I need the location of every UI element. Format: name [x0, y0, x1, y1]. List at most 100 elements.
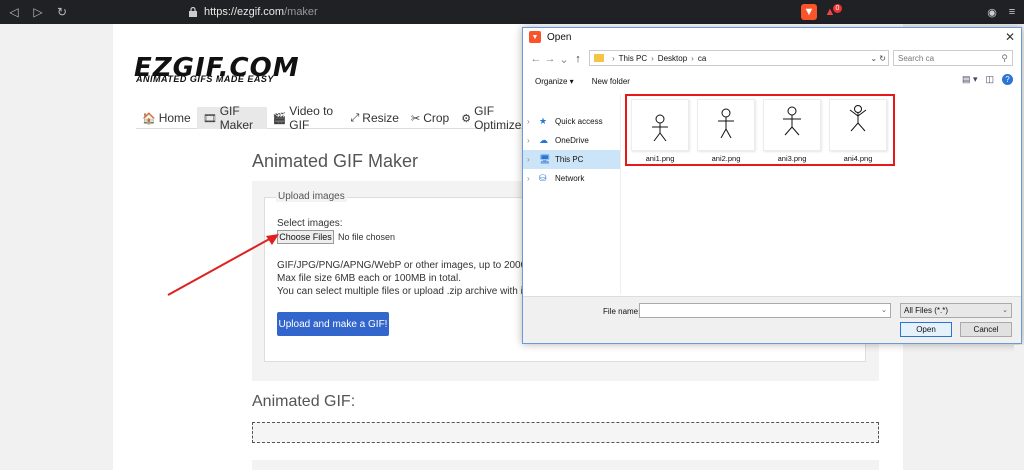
account-icon[interactable]: ◉	[984, 4, 1000, 20]
chevron-right-icon[interactable]: ›	[527, 174, 539, 183]
file-type-value: All Files (*.*)	[904, 306, 949, 315]
stickman-thumbnail	[631, 99, 689, 151]
rewards-badge: 0	[833, 4, 842, 13]
forward-icon[interactable]: ▷	[28, 2, 48, 22]
nav-video-to-gif[interactable]: 🎬 Video to GIF	[267, 104, 345, 132]
animated-gif-output	[252, 422, 879, 443]
path-segment[interactable]: ca	[698, 54, 706, 63]
sidebar-item-onedrive[interactable]: › ☁ OneDrive	[523, 131, 620, 150]
file-name-input[interactable]: ⌄	[639, 303, 891, 318]
red-arrow-annotation	[167, 234, 279, 296]
preview-pane-icon[interactable]: ◫	[985, 74, 994, 85]
view-controls: ▤ ▾ ◫ ?	[962, 74, 1013, 85]
nav-label: Resize	[362, 111, 399, 125]
file-name-label: File name:	[603, 307, 641, 316]
sidebar-label: This PC	[555, 155, 584, 164]
nav-label: Home	[158, 111, 191, 125]
nav-resize[interactable]: ⤢ Resize	[344, 107, 405, 129]
sidebar-item-this-pc[interactable]: › 🖥 This PC	[523, 150, 620, 169]
chevron-right-icon[interactable]: ›	[527, 136, 539, 145]
up-arrow-icon[interactable]: ↑	[571, 53, 585, 65]
dialog-toolbar: Organize ▾ New folder ▤ ▾ ◫ ?	[523, 72, 1021, 90]
nav-crop[interactable]: ✂ Crop	[405, 107, 455, 129]
folder-icon	[594, 54, 604, 62]
file-item[interactable]: ani4.png	[829, 99, 887, 163]
star-icon: ★	[539, 116, 548, 126]
file-type-select[interactable]: All Files (*.*) ⌄	[900, 303, 1012, 318]
file-item[interactable]: ani1.png	[631, 99, 689, 163]
dialog-title: Open	[547, 31, 572, 43]
address-bar[interactable]: https://ezgif.com/maker	[160, 3, 860, 21]
open-file-dialog: ▼ Open ✕ ← → ⌄ ↑ › This PC › Desktop › ca ⌄…	[522, 27, 1022, 344]
reload-icon[interactable]: ↻	[52, 2, 72, 22]
path-segment[interactable]: This PC	[619, 54, 647, 63]
upload-info: GIF/JPG/PNG/APNG/WebP or other images, u…	[277, 259, 548, 298]
animated-gif-heading: Animated GIF:	[252, 393, 356, 410]
site-tagline: ANIMATED GIFS MADE EASY	[136, 74, 274, 84]
dialog-titlebar: ▼ Open ✕	[523, 28, 1021, 46]
file-name: ani2.png	[711, 154, 741, 163]
open-button[interactable]: Open	[900, 322, 952, 337]
network-icon: ⛁	[539, 173, 547, 183]
stickman-thumbnail	[829, 99, 887, 151]
select-images-label: Select images:	[277, 218, 343, 229]
sidebar-label: Quick access	[555, 117, 603, 126]
path-segment[interactable]: Desktop	[658, 54, 687, 63]
help-icon[interactable]: ?	[1002, 74, 1013, 85]
crop-icon: ✂	[410, 112, 421, 125]
menu-icon[interactable]: ≡	[1004, 4, 1020, 20]
search-placeholder: Search ca	[898, 54, 935, 63]
nav-home[interactable]: 🏠 Home	[136, 107, 197, 129]
choose-files-button[interactable]: Choose Files	[277, 230, 334, 244]
dialog-footer: File name: ⌄ All Files (*.*) ⌄ Open Canc…	[523, 296, 1021, 343]
nav-label: Video to GIF	[289, 104, 334, 132]
address-path[interactable]: › This PC › Desktop › ca ⌄ ↻	[589, 50, 889, 66]
file-name: ani3.png	[777, 154, 807, 163]
chevron-right-icon[interactable]: ›	[527, 117, 539, 126]
page-scrollbar[interactable]	[1014, 345, 1024, 470]
resize-icon: ⤢	[350, 111, 360, 124]
page-title: Animated GIF Maker	[252, 151, 419, 171]
refresh-icon[interactable]: ⌄ ↻	[870, 54, 886, 63]
nav-label: GIF Maker	[219, 104, 254, 132]
sidebar-item-network[interactable]: › ⛁ Network	[523, 169, 620, 188]
file-name: ani4.png	[843, 154, 873, 163]
url-host: https://ezgif.com	[204, 6, 285, 18]
sidebar-label: Network	[555, 174, 585, 183]
cancel-button[interactable]: Cancel	[960, 322, 1012, 337]
brave-shield-icon[interactable]: ▼	[801, 4, 817, 20]
file-selection-highlight: ani1.png ani2.png ani3.png ani4.png	[625, 94, 895, 166]
back-icon[interactable]: ◁	[4, 2, 24, 22]
nav-label: Crop	[423, 111, 450, 125]
sidebar-item-quick-access[interactable]: › ★ Quick access	[523, 112, 620, 131]
stickman-thumbnail	[763, 99, 821, 151]
brave-icon: ▼	[529, 31, 541, 43]
upload-legend: Upload images	[276, 191, 347, 202]
optimizer-icon: ⚙	[461, 112, 472, 125]
site-nav: 🏠 Home 🎞 GIF Maker 🎬 Video to GIF ⤢ Resize ✂…	[136, 104, 536, 132]
organize-button[interactable]: Organize ▾	[535, 77, 574, 86]
view-options-icon[interactable]: ▤ ▾	[962, 74, 978, 85]
info-line: Max file size 6MB each or 100MB in total…	[277, 273, 461, 284]
back-arrow-icon[interactable]: ←	[529, 53, 543, 65]
sidebar-label: OneDrive	[555, 136, 589, 145]
upload-make-gif-button[interactable]: Upload and make a GIF!	[277, 312, 389, 336]
video-icon: 🎬	[272, 112, 287, 125]
chevron-down-icon: ⌄	[1002, 307, 1008, 314]
nav-gif-maker[interactable]: 🎞 GIF Maker	[196, 104, 267, 132]
search-input[interactable]: Search ca ⚲	[893, 50, 1013, 66]
computer-icon: 🖥	[539, 154, 551, 164]
close-icon[interactable]: ✕	[1005, 30, 1015, 44]
file-name: ani1.png	[645, 154, 675, 163]
recent-chevron-icon[interactable]: ⌄	[557, 53, 571, 66]
chevron-down-icon[interactable]: ⌄	[881, 306, 887, 314]
url-path: /maker	[284, 6, 318, 18]
dialog-sidebar: › ★ Quick access › ☁ OneDrive › 🖥 This P…	[523, 94, 621, 294]
file-item[interactable]: ani3.png	[763, 99, 821, 163]
forward-arrow-icon[interactable]: →	[543, 53, 557, 65]
no-file-text: No file chosen	[338, 232, 396, 242]
chevron-right-icon[interactable]: ›	[527, 155, 539, 164]
new-folder-button[interactable]: New folder	[592, 77, 630, 86]
file-item[interactable]: ani2.png	[697, 99, 755, 163]
browser-toolbar: ◁ ▷ ↻ https://ezgif.com/maker ▼ ▲ 0 ◉ ≡	[0, 0, 1024, 24]
